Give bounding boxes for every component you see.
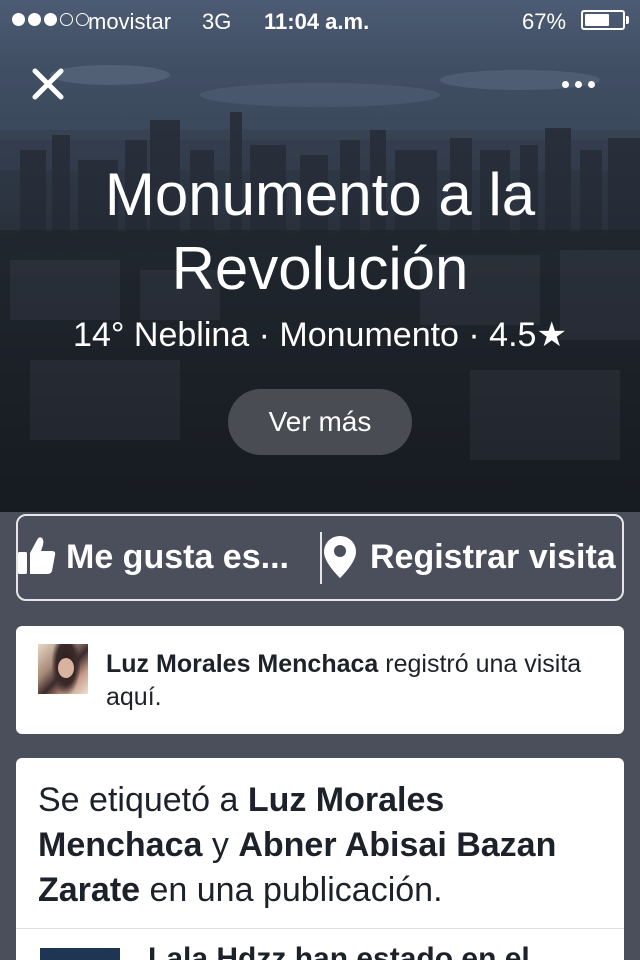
check-in-label: Registrar visita bbox=[370, 538, 616, 576]
signal-dot bbox=[28, 13, 41, 26]
clock: 11:04 a.m. bbox=[264, 9, 370, 34]
see-more-button[interactable]: Ver más bbox=[228, 389, 412, 455]
signal-dot bbox=[44, 13, 57, 26]
tagged-connector: y bbox=[202, 826, 239, 864]
thumbs-up-icon bbox=[18, 537, 56, 574]
battery-tip bbox=[626, 16, 629, 24]
post-thumbnail[interactable] bbox=[40, 948, 120, 960]
more-options-button[interactable] bbox=[562, 72, 606, 96]
avatar[interactable] bbox=[38, 644, 88, 694]
signal-strength bbox=[12, 13, 89, 26]
tagged-prefix: Se etiquetó a bbox=[38, 781, 248, 819]
more-icon-dot bbox=[588, 80, 595, 88]
like-page-label: Me gusta es... bbox=[66, 538, 289, 576]
battery-icon bbox=[581, 10, 625, 30]
status-bar: movistar 3G 11:04 a.m. 67% bbox=[0, 0, 640, 40]
checkin-user-name[interactable]: Luz Morales Menchaca bbox=[106, 650, 378, 678]
avatar-face bbox=[58, 658, 74, 678]
battery-percent: 67% bbox=[522, 9, 567, 34]
tagged-suffix: en una publicación. bbox=[140, 871, 443, 909]
network-type: 3G bbox=[202, 9, 232, 34]
tagged-post-text: Se etiquetó a Luz Morales Menchaca y Abn… bbox=[38, 778, 608, 913]
close-button[interactable] bbox=[26, 62, 70, 106]
location-pin-icon bbox=[324, 536, 356, 578]
post-title[interactable]: Lala Hdzz han estado en el bbox=[148, 942, 530, 960]
page-action-bar: Me gusta es... Registrar visita bbox=[16, 514, 624, 601]
more-icon-dot bbox=[562, 80, 569, 88]
tagged-post-card[interactable]: Se etiquetó a Luz Morales Menchaca y Abn… bbox=[16, 758, 624, 960]
close-icon bbox=[32, 68, 64, 100]
signal-dot bbox=[12, 13, 25, 26]
battery-level bbox=[585, 14, 609, 26]
place-details: 14° Neblina · Monumento · 4.5★ bbox=[73, 316, 567, 354]
checkin-activity-card[interactable]: Luz Morales Menchaca registró una visita… bbox=[16, 626, 624, 734]
checkin-activity-text: Luz Morales Menchaca registró una visita… bbox=[106, 648, 606, 714]
check-in-button[interactable]: Registrar visita bbox=[322, 516, 622, 599]
more-icon-dot bbox=[575, 80, 582, 88]
like-page-button[interactable]: Me gusta es... bbox=[18, 516, 320, 599]
place-title: Monumento a la Revolución bbox=[104, 161, 536, 302]
signal-dot bbox=[60, 13, 73, 26]
carrier-name: movistar bbox=[88, 9, 172, 34]
card-divider bbox=[16, 928, 624, 929]
